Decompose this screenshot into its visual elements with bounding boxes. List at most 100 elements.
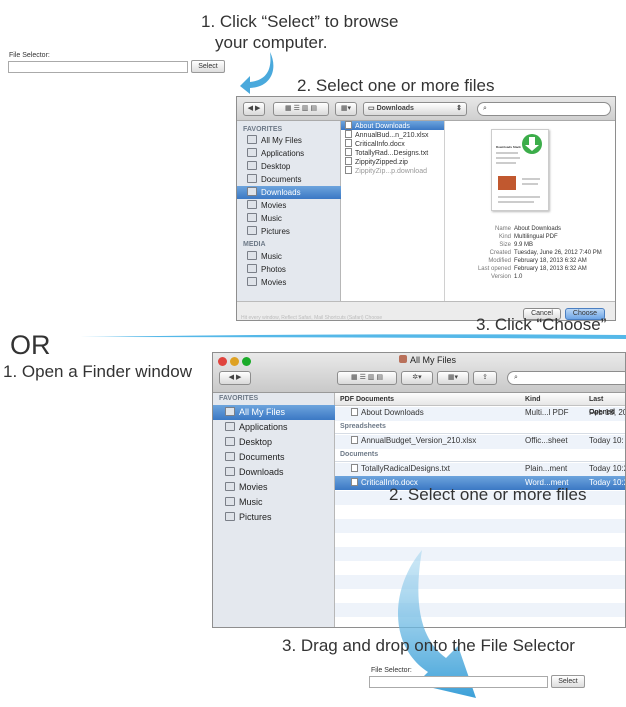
documents-icon	[225, 452, 235, 461]
file-date-cell: Today 10:	[589, 436, 624, 445]
sidebar-item-movies[interactable]: Movies	[213, 480, 335, 495]
file-name: TotallyRadicalDesigns.txt	[361, 464, 450, 473]
documents-icon	[247, 174, 257, 183]
finder-titlebar: All My Files ◀ ▶ ▦ ☰ ▥ ▤ ✲▾ ▦▾ ⇪ ⌕	[213, 353, 625, 393]
sidebar-item-music[interactable]: Music	[237, 250, 341, 263]
file-list-item[interactable]: ZippityZipped.zip	[341, 157, 444, 166]
sidebar-item-movies[interactable]: Movies	[237, 199, 341, 212]
file-name: TotallyRad...Designs.txt	[355, 150, 429, 157]
file-list-item[interactable]: ZippityZip...p.download	[341, 166, 444, 175]
location-popup[interactable]: ▭ Downloads ⇕	[363, 102, 467, 116]
column-kind-header[interactable]: Kind	[525, 393, 541, 406]
finder-title: All My Files	[399, 355, 456, 365]
file-info-value: Multilingual PDF	[514, 234, 558, 240]
document-icon	[351, 436, 358, 444]
music-icon	[247, 251, 257, 260]
movies-icon	[247, 277, 257, 286]
sidebar-item-documents[interactable]: Documents	[213, 450, 335, 465]
sidebar-item-pictures[interactable]: Pictures	[237, 225, 341, 238]
sidebar-item-all-my-files[interactable]: All My Files	[237, 134, 341, 147]
sidebar-item-documents[interactable]: Documents	[237, 173, 341, 186]
document-icon	[351, 478, 358, 486]
select-button[interactable]: Select	[191, 60, 225, 73]
sidebar-item-label: Documents	[261, 175, 302, 184]
file-info-row: Modified February 18, 2013 6:32 AM	[451, 257, 615, 265]
view-buttons[interactable]: ▦ ☰ ▥ ▤	[273, 102, 329, 116]
zoom-icon[interactable]	[242, 357, 251, 366]
sidebar-item-desktop[interactable]: Desktop	[237, 160, 341, 173]
sidebar-item-label: Documents	[239, 452, 285, 462]
select-button[interactable]: Select	[551, 675, 585, 688]
file-list-item[interactable]: CriticalInfo.docx	[341, 139, 444, 148]
back-forward-button[interactable]: ◀ ▶	[243, 102, 265, 116]
file-selector-label: File Selector:	[9, 52, 50, 59]
file-selector-input[interactable]	[8, 61, 188, 73]
document-icon	[345, 121, 352, 129]
file-name: ZippityZipped.zip	[355, 159, 408, 166]
or-label: OR	[10, 330, 51, 360]
desktop-icon	[225, 437, 235, 446]
search-input[interactable]: ⌕	[477, 102, 611, 116]
instruction-step-2: 2. Select one or more files	[297, 76, 495, 95]
table-row[interactable]: AnnualBudget_Version_210.xlsx Offic...she…	[335, 434, 625, 448]
file-name: About Downloads	[361, 408, 424, 417]
movies-icon	[225, 482, 235, 491]
file-selector-drop-target[interactable]	[369, 676, 548, 688]
document-preview-thumbnail: Downloads Stack	[491, 129, 549, 211]
file-date-cell: Feb 18, 2013	[589, 408, 625, 417]
document-icon	[351, 464, 358, 472]
file-list: About Downloads AnnualBud...n_210.xlsx Cri…	[341, 121, 445, 301]
downloads-icon	[247, 187, 257, 196]
sidebar-item-all-my-files[interactable]: All My Files	[213, 405, 335, 420]
file-list-item[interactable]: About Downloads	[341, 121, 444, 130]
close-icon[interactable]	[218, 357, 227, 366]
share-button[interactable]: ⇪	[473, 371, 497, 385]
table-row[interactable]: About Downloads Multi...l PDF Feb 18, 2013	[335, 406, 625, 420]
action-button[interactable]: ✲▾	[401, 371, 433, 385]
sidebar-item-pictures[interactable]: Pictures	[213, 510, 335, 525]
file-info-value: About Downloads	[514, 226, 562, 232]
sidebar-item-applications[interactable]: Applications	[237, 147, 341, 160]
back-forward-button[interactable]: ◀ ▶	[219, 371, 251, 385]
pictures-icon	[225, 512, 235, 521]
file-info-key: Size	[499, 242, 511, 248]
sidebar-item-downloads[interactable]: Downloads	[213, 465, 335, 480]
all-my-files-icon	[247, 135, 257, 144]
dialog-toolbar: ◀ ▶ ▦ ☰ ▥ ▤ ▦▾ ▭ Downloads ⇕ ⌕	[237, 97, 615, 121]
applications-icon	[225, 422, 235, 431]
arrange-button[interactable]: ▦▾	[335, 102, 357, 116]
sidebar-item-label: Music	[239, 497, 263, 507]
sidebar-item-label: All My Files	[261, 136, 302, 145]
sidebar-item-label: Movies	[239, 482, 268, 492]
sidebar-item-downloads[interactable]: Downloads	[237, 186, 341, 199]
file-list-item[interactable]: TotallyRad...Designs.txt	[341, 148, 444, 157]
footer-note: Hit every window, Reflect Safari, Mail S…	[241, 315, 383, 321]
sidebar-item-applications[interactable]: Applications	[213, 420, 335, 435]
favorites-header: FAVORITES	[243, 126, 283, 133]
sidebar-item-label: Desktop	[261, 162, 291, 171]
finder-sidebar: FAVORITES All My Files Applications Deskto…	[213, 393, 335, 627]
file-info-row: Kind Multilingual PDF	[451, 233, 615, 241]
sidebar-item-photos[interactable]: Photos	[237, 263, 341, 276]
favorites-header: FAVORITES	[219, 395, 259, 402]
preview-doc-title: Downloads Stack	[496, 145, 521, 149]
arrange-button[interactable]: ▦▾	[437, 371, 469, 385]
column-headers: PDF Documents Kind Last Opened	[335, 393, 625, 416]
column-name-header[interactable]: PDF Documents	[340, 393, 394, 406]
search-icon: ⌕	[514, 374, 518, 381]
table-row[interactable]: TotallyRadicalDesigns.txt Plain...ment Tod…	[335, 462, 625, 476]
all-my-files-icon	[225, 407, 235, 416]
sidebar-item-music[interactable]: Music	[213, 495, 335, 510]
sidebar-item-desktop[interactable]: Desktop	[213, 435, 335, 450]
file-list-item[interactable]: AnnualBud...n_210.xlsx	[341, 130, 444, 139]
view-buttons[interactable]: ▦ ☰ ▥ ▤	[337, 371, 397, 385]
sidebar-item-label: Photos	[261, 265, 286, 274]
divider-line	[80, 334, 626, 339]
file-info-row: Version 1.0	[451, 273, 615, 281]
sidebar-item-music[interactable]: Music	[237, 212, 341, 225]
sidebar-item-movies[interactable]: Movies	[237, 276, 341, 289]
minimize-icon[interactable]	[230, 357, 239, 366]
sidebar-item-label: Pictures	[261, 227, 290, 236]
file-kind-cell: Multi...l PDF	[525, 408, 569, 417]
search-input[interactable]: ⌕	[507, 371, 625, 385]
